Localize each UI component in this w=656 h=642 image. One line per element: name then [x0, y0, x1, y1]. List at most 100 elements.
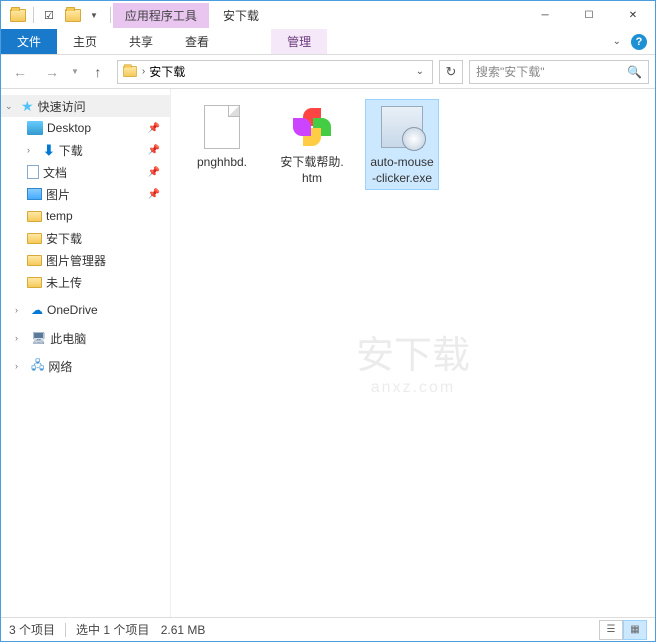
- qat-properties-button[interactable]: ☑: [38, 4, 60, 26]
- tree-label: 未上传: [46, 274, 82, 291]
- main-area: ⌄ ★ 快速访问 Desktop 📌 › ⬇ 下载 📌 文档 📌 图片 📌 te: [1, 89, 655, 617]
- file-name: auto-mouse-clicker.exe: [369, 155, 435, 186]
- tree-label: 安下载: [46, 230, 82, 247]
- tab-file[interactable]: 文件: [1, 29, 57, 54]
- folder-icon: [27, 211, 42, 222]
- maximize-button[interactable]: ☐: [567, 1, 611, 29]
- tree-quick-access[interactable]: ⌄ ★ 快速访问: [1, 95, 170, 117]
- star-icon: ★: [21, 98, 34, 115]
- tree-label: 图片: [46, 186, 70, 203]
- tree-unuploaded[interactable]: 未上传: [1, 271, 170, 293]
- folder-icon: [123, 66, 137, 77]
- help-icon[interactable]: ?: [631, 34, 647, 50]
- file-item-selected[interactable]: auto-mouse-clicker.exe: [365, 99, 439, 190]
- app-icon[interactable]: [7, 4, 29, 26]
- pin-icon: 📌: [148, 145, 160, 156]
- window-title: 安下载: [209, 3, 273, 28]
- watermark-sub: anxz.com: [356, 379, 470, 397]
- forward-button[interactable]: →: [39, 59, 65, 85]
- status-size: 2.61 MB: [161, 623, 206, 637]
- window-controls: ─ ☐ ✕: [523, 1, 655, 29]
- qat-customize-dropdown[interactable]: ▼: [86, 11, 102, 20]
- search-placeholder: 搜索"安下载": [476, 63, 627, 80]
- search-input[interactable]: 搜索"安下载" 🔍: [469, 60, 649, 84]
- expand-icon[interactable]: ⌄: [5, 101, 17, 112]
- tree-anxz[interactable]: 安下载: [1, 227, 170, 249]
- pin-icon: 📌: [148, 123, 160, 134]
- expand-icon[interactable]: ›: [15, 305, 27, 315]
- separator: [33, 7, 34, 23]
- status-item-count: 3 个项目: [9, 621, 55, 638]
- up-button[interactable]: ↑: [85, 59, 111, 85]
- watermark: 安下载 anxz.com: [356, 324, 470, 397]
- file-item[interactable]: pnghhbd.: [185, 99, 259, 175]
- watermark-main: 安下载: [356, 324, 470, 379]
- tree-this-pc[interactable]: › 🖥 此电脑: [1, 327, 170, 349]
- icons-view-button[interactable]: ▦: [623, 620, 647, 640]
- quick-access-toolbar: ☑ ▼: [1, 4, 108, 26]
- address-dropdown[interactable]: ⌄: [412, 66, 428, 77]
- pin-icon: 📌: [148, 189, 160, 200]
- ribbon-tabs: 文件 主页 共享 查看 管理 ⌄ ?: [1, 29, 655, 55]
- tree-desktop[interactable]: Desktop 📌: [1, 117, 170, 139]
- tree-label: 网络: [48, 358, 72, 375]
- expand-icon[interactable]: ›: [27, 145, 39, 155]
- expand-icon[interactable]: ›: [15, 361, 27, 371]
- breadcrumb-current[interactable]: 安下载: [149, 63, 185, 80]
- tab-view[interactable]: 查看: [169, 29, 225, 54]
- ribbon-context-tab: 应用程序工具: [113, 3, 209, 28]
- desktop-icon: [27, 121, 43, 135]
- status-bar: 3 个项目 选中 1 个项目 2.61 MB ☰ ▦: [1, 617, 655, 641]
- tree-onedrive[interactable]: › ☁ OneDrive: [1, 299, 170, 321]
- network-icon: 🖧: [31, 356, 44, 377]
- tab-manage[interactable]: 管理: [271, 29, 327, 54]
- expand-icon[interactable]: ›: [15, 333, 27, 343]
- back-button[interactable]: ←: [7, 59, 33, 85]
- details-view-button[interactable]: ☰: [599, 620, 623, 640]
- file-item[interactable]: 安下载帮助.htm: [275, 99, 349, 190]
- tree-temp[interactable]: temp: [1, 205, 170, 227]
- tree-label: 下载: [59, 142, 83, 159]
- pc-icon: 🖥: [31, 331, 46, 345]
- tree-network[interactable]: › 🖧 网络: [1, 355, 170, 377]
- separator: [110, 7, 111, 23]
- navigation-bar: ← → ▼ ↑ › 安下载 ⌄ ↻ 搜索"安下载" 🔍: [1, 55, 655, 89]
- tree-downloads[interactable]: › ⬇ 下载 📌: [1, 139, 170, 161]
- folder-icon: [27, 233, 42, 244]
- navigation-pane: ⌄ ★ 快速访问 Desktop 📌 › ⬇ 下载 📌 文档 📌 图片 📌 te: [1, 89, 171, 617]
- tree-pictures[interactable]: 图片 📌: [1, 183, 170, 205]
- separator: [65, 623, 66, 637]
- ribbon-collapse-button[interactable]: ⌄: [609, 32, 625, 51]
- pin-icon: 📌: [148, 167, 160, 178]
- tab-share[interactable]: 共享: [113, 29, 169, 54]
- downloads-icon: ⬇: [43, 142, 55, 159]
- folder-icon: [27, 277, 42, 288]
- titlebar: ☑ ▼ 应用程序工具 安下载 ─ ☐ ✕: [1, 1, 655, 29]
- file-name: 安下载帮助.htm: [279, 155, 345, 186]
- breadcrumb-separator[interactable]: ›: [142, 66, 145, 77]
- close-button[interactable]: ✕: [611, 1, 655, 29]
- tree-label: 此电脑: [50, 330, 86, 347]
- tab-home[interactable]: 主页: [57, 29, 113, 54]
- refresh-button[interactable]: ↻: [439, 60, 463, 84]
- file-list[interactable]: pnghhbd. 安下载帮助.htm auto-mouse-clicker.ex…: [171, 89, 655, 617]
- file-name: pnghhbd.: [189, 155, 255, 171]
- history-dropdown[interactable]: ▼: [71, 67, 79, 76]
- tree-label: Desktop: [47, 121, 91, 135]
- folder-icon: [27, 255, 42, 266]
- status-selection: 选中 1 个项目: [76, 621, 149, 638]
- pictures-icon: [27, 188, 42, 200]
- tree-label: OneDrive: [47, 303, 98, 317]
- tree-label: 文档: [43, 164, 67, 181]
- address-bar[interactable]: › 安下载 ⌄: [117, 60, 433, 84]
- minimize-button[interactable]: ─: [523, 1, 567, 29]
- tree-label: 快速访问: [38, 98, 86, 115]
- exe-file-icon: [378, 103, 426, 151]
- tree-picmgr[interactable]: 图片管理器: [1, 249, 170, 271]
- tree-label: 图片管理器: [46, 252, 106, 269]
- search-icon[interactable]: 🔍: [627, 65, 642, 79]
- documents-icon: [27, 165, 39, 179]
- qat-new-folder-button[interactable]: [62, 4, 84, 26]
- onedrive-icon: ☁: [31, 303, 43, 317]
- tree-documents[interactable]: 文档 📌: [1, 161, 170, 183]
